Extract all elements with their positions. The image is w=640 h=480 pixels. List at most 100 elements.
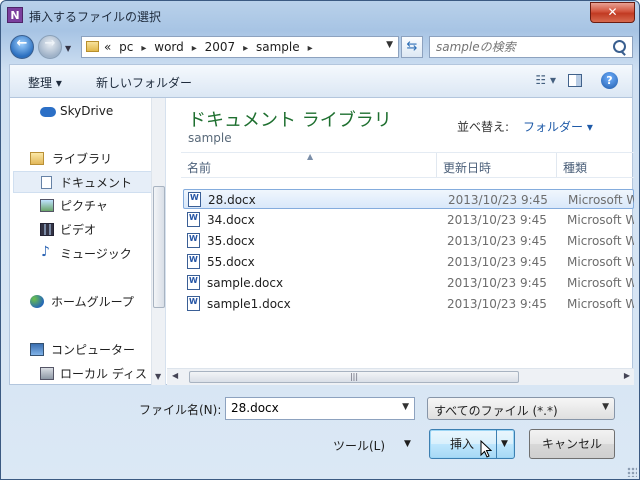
refresh-button[interactable]: ⇆	[401, 36, 423, 58]
file-row[interactable]: 35.docx 2013/10/23 9:45 Microsoft W	[183, 231, 634, 251]
document-icon	[41, 176, 52, 189]
file-name: sample.docx	[207, 276, 284, 290]
file-date: 2013/10/23 9:45	[447, 255, 547, 269]
file-type: Microsoft W	[567, 213, 634, 227]
filename-label: ファイル名(N):	[139, 403, 222, 417]
view-options-icon[interactable]: ☷ ▾	[535, 73, 556, 87]
file-row[interactable]: 28.docx 2013/10/23 9:45 Microsoft W	[183, 189, 634, 209]
breadcrumb-sample[interactable]: sample	[256, 40, 300, 54]
onenote-app-icon: N	[7, 7, 23, 23]
back-button[interactable]: ←	[10, 35, 34, 59]
search-icon[interactable]	[613, 40, 626, 53]
tools-dropdown-icon[interactable]: ▼	[404, 439, 411, 449]
word-document-icon	[187, 212, 200, 227]
file-type: Microsoft W	[567, 234, 634, 248]
breadcrumb-separator-icon[interactable]: ▸	[192, 43, 197, 54]
close-button[interactable]: ✕	[590, 2, 635, 23]
nav-item-homegroup[interactable]: ホームグループ	[10, 291, 150, 313]
file-list-horizontal-scrollbar[interactable]: ◀ ||| ▶	[167, 368, 634, 385]
nav-item-libraries[interactable]: ライブラリ	[10, 148, 150, 170]
folder-icon	[86, 41, 99, 52]
filename-combobox[interactable]: ▼	[225, 397, 415, 420]
nav-item-computer[interactable]: コンピューター	[10, 339, 150, 361]
column-header-type[interactable]: 種類	[563, 159, 587, 176]
word-document-icon	[187, 296, 200, 311]
file-row[interactable]: 34.docx 2013/10/23 9:45 Microsoft W	[183, 210, 634, 230]
column-divider[interactable]	[436, 153, 437, 177]
file-name: 28.docx	[208, 193, 256, 207]
arrange-by-dropdown[interactable]: フォルダー ▾	[523, 118, 593, 135]
file-row[interactable]: sample1.docx 2013/10/23 9:45 Microsoft W	[183, 294, 634, 314]
breadcrumb-separator-icon[interactable]: ▸	[308, 43, 313, 54]
cancel-button[interactable]: キャンセル	[529, 429, 615, 459]
address-row: ← → ▼ « pc ▸ word ▸ 2007 ▸ sample ▸ ▼ ⇆	[1, 31, 639, 63]
chevron-down-icon[interactable]: ▼	[602, 402, 609, 412]
scroll-down-arrow-icon[interactable]: ▼	[155, 372, 161, 381]
file-type: Microsoft W	[567, 297, 634, 311]
file-date: 2013/10/23 9:45	[447, 297, 547, 311]
word-document-icon	[188, 192, 201, 207]
nav-item-pictures[interactable]: ピクチャ	[10, 195, 150, 217]
column-headers: ▲ 名前 更新日時 種類	[181, 152, 634, 178]
address-bar[interactable]: « pc ▸ word ▸ 2007 ▸ sample ▸ ▼	[81, 36, 399, 58]
breadcrumb-word[interactable]: word	[154, 40, 184, 54]
nav-item-music[interactable]: ♪ ミュージック	[10, 243, 150, 265]
nav-item-documents[interactable]: ドキュメント	[13, 171, 153, 193]
library-title: ドキュメント ライブラリ	[188, 110, 392, 131]
command-bar: 整理 ▾ 新しいフォルダー ☷ ▾ ?	[9, 64, 633, 98]
file-dialog-window: N 挿入するファイルの選択 ✕ ← → ▼ « pc ▸ word ▸ 2007 ▸ …	[0, 0, 640, 480]
insert-button[interactable]: 挿入 ▼	[429, 429, 515, 459]
file-type-filter-value: すべてのファイル (*.*)	[434, 404, 558, 418]
dialog-content: SkyDrive ライブラリ ドキュメント ピクチャ ビデオ ♪ ミュージック	[9, 98, 634, 385]
nav-scrollbar[interactable]: ▼	[151, 98, 165, 385]
filename-input[interactable]	[231, 401, 391, 415]
help-icon[interactable]: ?	[601, 72, 618, 89]
file-date: 2013/10/23 9:45	[447, 276, 547, 290]
insert-options-dropdown-icon[interactable]: ▼	[501, 430, 508, 458]
resize-grip-icon[interactable]	[627, 467, 637, 477]
title-bar[interactable]: N 挿入するファイルの選択 ✕	[1, 1, 639, 31]
column-header-date[interactable]: 更新日時	[443, 159, 491, 176]
video-icon	[40, 223, 54, 236]
arrange-by-label: 並べ替え:	[457, 120, 510, 134]
cloud-icon	[40, 107, 56, 117]
file-row[interactable]: 55.docx 2013/10/23 9:45 Microsoft W	[183, 252, 634, 272]
breadcrumb-separator-icon[interactable]: ▸	[243, 43, 248, 54]
horizontal-scrollbar-thumb[interactable]: |||	[189, 371, 519, 383]
window-title: 挿入するファイルの選択	[29, 10, 162, 24]
word-document-icon	[187, 254, 200, 269]
tools-menu[interactable]: ツール(L)	[333, 437, 385, 454]
preview-pane-icon[interactable]	[568, 74, 582, 87]
breadcrumb-pc[interactable]: pc	[119, 40, 133, 54]
scroll-right-arrow-icon[interactable]: ▶	[624, 371, 630, 380]
chevron-down-icon[interactable]: ▼	[402, 402, 409, 412]
word-document-icon	[187, 275, 200, 290]
breadcrumb-overflow[interactable]: «	[104, 40, 111, 54]
forward-button[interactable]: →	[38, 35, 62, 59]
column-divider[interactable]	[556, 153, 557, 177]
nav-item-skydrive[interactable]: SkyDrive	[10, 100, 150, 122]
sort-ascending-icon: ▲	[307, 152, 314, 161]
mouse-cursor-icon	[480, 440, 492, 458]
picture-icon	[40, 199, 54, 212]
column-header-name[interactable]: 名前	[187, 159, 211, 176]
nav-item-local-disk[interactable]: ローカル ディス	[10, 363, 150, 385]
file-type: Microsoft W	[568, 193, 634, 207]
new-folder-button[interactable]: 新しいフォルダー	[96, 74, 192, 91]
nav-item-videos[interactable]: ビデオ	[10, 219, 150, 241]
address-dropdown-icon[interactable]: ▼	[386, 40, 393, 50]
split-divider	[496, 430, 497, 458]
navigation-pane: SkyDrive ライブラリ ドキュメント ピクチャ ビデオ ♪ ミュージック	[10, 98, 166, 385]
breadcrumb-2007[interactable]: 2007	[205, 40, 236, 54]
nav-scrollbar-thumb[interactable]	[153, 186, 165, 308]
file-date: 2013/10/23 9:45	[447, 213, 547, 227]
scroll-left-arrow-icon[interactable]: ◀	[172, 371, 178, 380]
breadcrumb-separator-icon[interactable]: ▸	[141, 43, 146, 54]
file-row[interactable]: sample.docx 2013/10/23 9:45 Microsoft W	[183, 273, 634, 293]
recent-pages-dropdown-icon[interactable]: ▼	[65, 44, 71, 53]
search-input[interactable]	[436, 39, 606, 55]
search-box[interactable]	[429, 36, 633, 58]
drive-icon	[40, 367, 54, 380]
file-type-filter[interactable]: すべてのファイル (*.*) ▼	[427, 397, 615, 420]
organize-button[interactable]: 整理 ▾	[28, 74, 62, 91]
